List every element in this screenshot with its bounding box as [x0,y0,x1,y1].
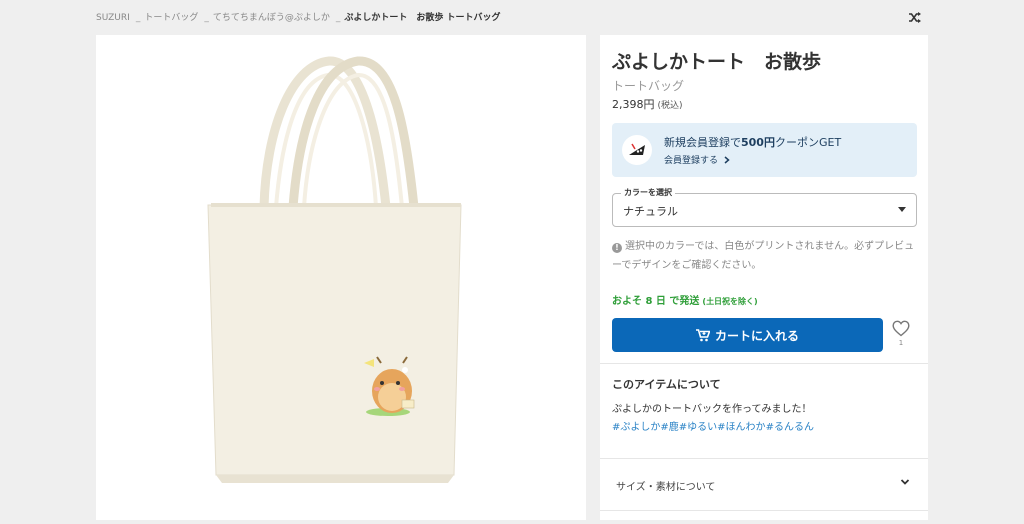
add-to-cart-label: カートに入れる [714,328,799,343]
tag-link[interactable]: #鹿 [660,422,678,433]
print-notice: ! 選択中のカラーでは、白色がプリントされません。必ずプレビューでデザインをご確認… [612,237,917,275]
tag-link[interactable]: #ゆるい [679,422,717,433]
print-notice-text: 選択中のカラーでは、白色がプリントされません。必ずプレビューでデザインをご確認く… [612,241,915,271]
breadcrumb-separator: _ [335,13,341,23]
coupon-text-pre: 新規会員登録で [664,136,741,149]
coupon-banner[interactable]: 新規会員登録で500円クーポンGET 会員登録する [612,123,917,177]
coupon-mascot-icon [622,135,652,165]
divider [600,510,928,511]
chevron-right-icon [724,156,730,164]
color-select[interactable]: カラーを選択 ナチュラル [612,187,917,227]
cart-icon [695,328,710,342]
color-select-value: ナチュラル [623,205,678,218]
divider [600,363,928,364]
accordion-label: サイズ・素材について [616,482,716,493]
about-description: ぷよしかのトートバックを作ってみました！ [612,404,812,415]
product-price: 2,398円 [612,98,655,111]
shipping-text: およそ 8 日 で発送 [612,296,700,307]
product-title: ぷよしかトート お散歩 [612,51,822,73]
chevron-down-icon [900,479,910,485]
caret-down-icon [898,207,906,212]
product-image-panel [96,35,586,520]
coupon-text: 新規会員登録で500円クーポンGET [664,134,841,150]
product-type: トートバッグ [612,79,685,93]
add-to-cart-button[interactable]: カートに入れる [612,318,883,352]
heart-icon [892,320,910,337]
shipping-note: (土日祝を除く) [702,297,758,306]
info-icon: ! [612,243,622,253]
color-select-legend: カラーを選択 [621,187,675,198]
breadcrumb-link-suzuri[interactable]: SUZURI [96,13,130,23]
breadcrumb-current: ぷよしかトート お散歩 トートバッグ [344,13,501,23]
signup-link[interactable]: 会員登録する [664,153,730,166]
tag-list: #ぷよしか#鹿#ゆるい#ほんわか#るんるん [612,418,814,433]
coupon-amount: 500円 [741,136,775,149]
tax-label: (税込) [657,101,683,111]
breadcrumb: SUZURI _ トートバッグ _ てちてちまんぼう@ぷよしか _ ぷよしかトート お散歩 … [96,10,502,23]
tag-link[interactable]: #ぷよしか [612,422,660,433]
product-info-panel: ぷよしかトート お散歩 トートバッグ 2,398円 (税込) 新規会員登録で500… [600,35,928,520]
shuffle-icon [909,11,921,23]
signup-link-label: 会員登録する [664,156,719,166]
product-price-row: 2,398円 (税込) [612,96,683,112]
divider [600,458,928,459]
tote-bag-image[interactable] [96,35,586,520]
shipping-estimate: およそ 8 日 で発送 (土日祝を除く) [612,292,758,307]
breadcrumb-separator: _ [204,13,209,23]
tag-link[interactable]: #るんるん [766,422,814,433]
favorite-button[interactable]: 1 [890,320,912,352]
breadcrumb-separator: _ [135,13,141,23]
about-heading: このアイテムについて [612,378,721,391]
coupon-text-post: クーポンGET [774,136,842,149]
breadcrumb-link-creator[interactable]: てちてちまんぼう@ぷよしか [213,13,330,23]
favorite-count: 1 [898,339,904,347]
size-material-accordion[interactable]: サイズ・素材について [600,469,928,499]
breadcrumb-link-category[interactable]: トートバッグ [144,13,198,23]
shuffle-button[interactable] [906,8,924,26]
tag-link[interactable]: #ほんわか [717,422,765,433]
